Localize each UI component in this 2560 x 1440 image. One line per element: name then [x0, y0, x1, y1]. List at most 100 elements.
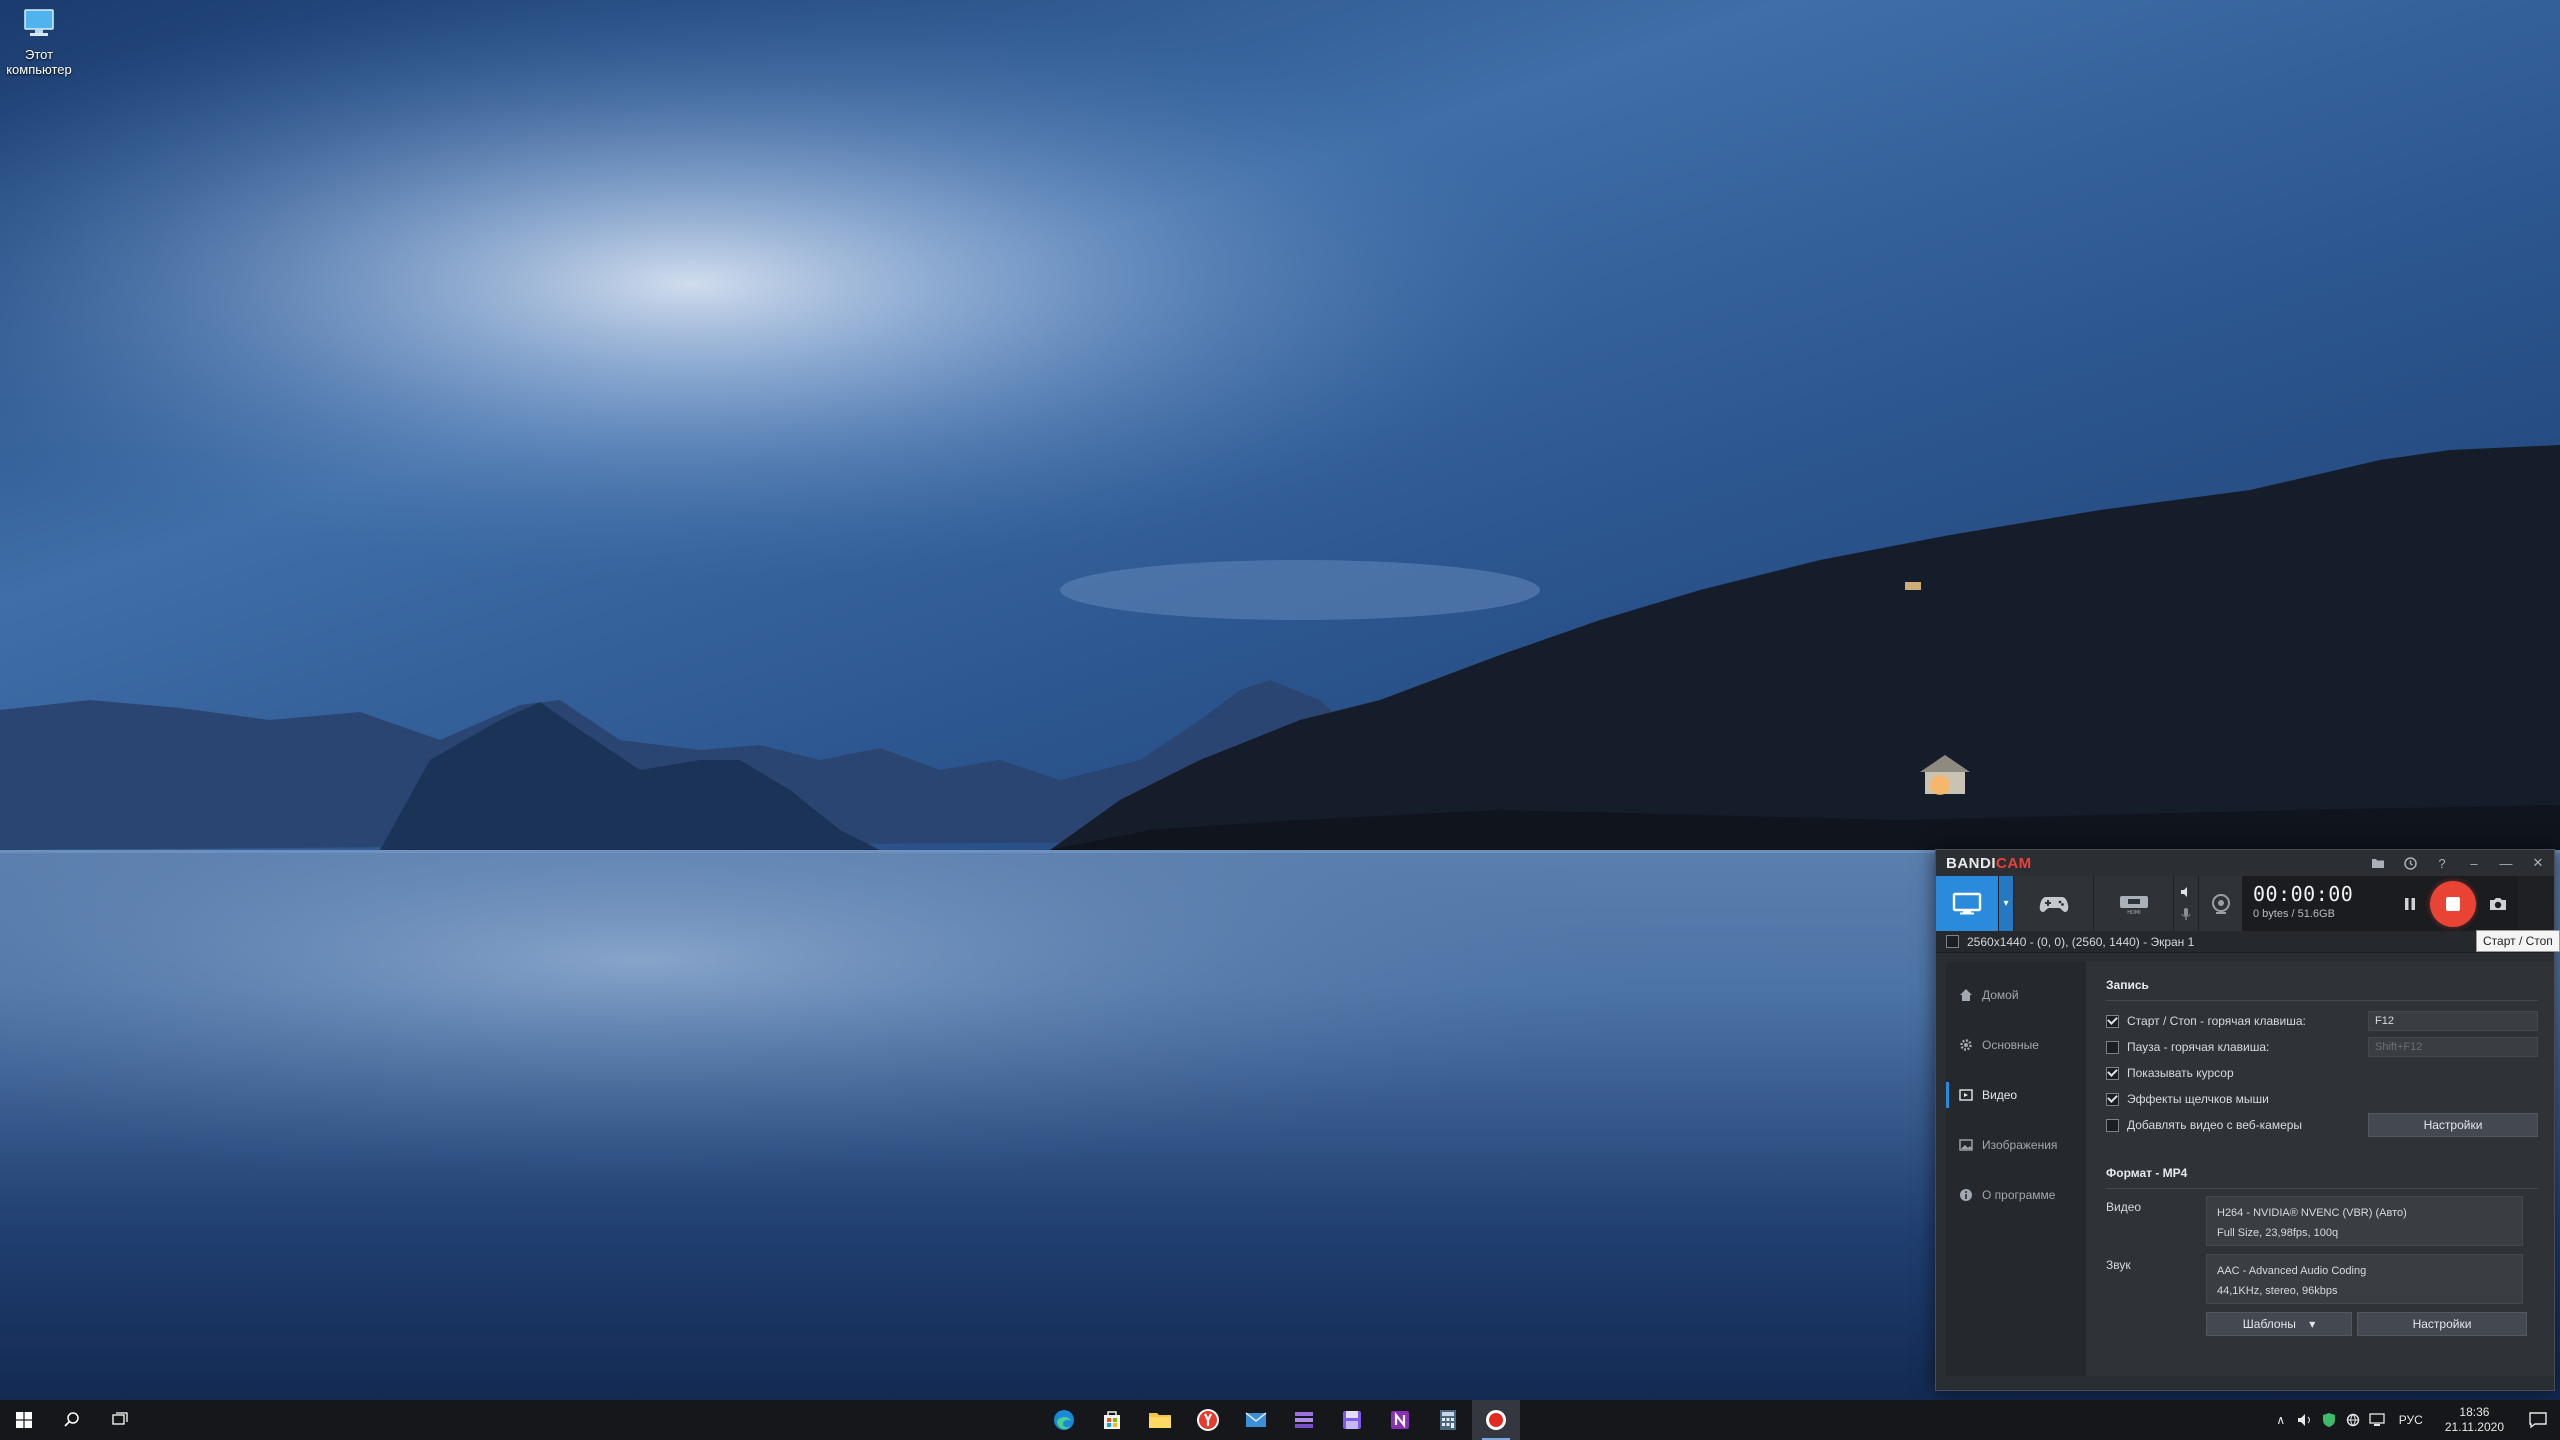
this-pc-label: Этот компьютер	[6, 47, 72, 77]
edge-icon	[1054, 1410, 1074, 1430]
taskbar: ∧ РУС 18:36 21.11.2020	[0, 1400, 2560, 1440]
minimize-to-bar-icon[interactable]: –	[2458, 850, 2490, 876]
pause-button[interactable]	[2392, 876, 2428, 931]
game-mode-button[interactable]	[2014, 876, 2094, 931]
mail-icon	[1245, 1412, 1267, 1427]
minimize-icon[interactable]: —	[2490, 850, 2522, 876]
settings-sidebar: Домой Основные Видео Изображения О прогр…	[1946, 962, 2086, 1376]
bandicam-logo: BANDICAM	[1946, 854, 2032, 872]
format-section-title: Формат - MP4	[2106, 1166, 2188, 1180]
clock-date: 21.11.2020	[2444, 1420, 2504, 1434]
save-app-taskbar-button[interactable]	[1328, 1400, 1376, 1440]
pause-hotkey-checkbox[interactable]	[2106, 1040, 2119, 1054]
recording-timer: 00:00:00	[2253, 882, 2354, 906]
store-taskbar-button[interactable]	[1088, 1400, 1136, 1440]
security-shield-icon[interactable]	[2317, 1412, 2341, 1428]
edge-taskbar-button[interactable]	[1040, 1400, 1088, 1440]
svg-text:HDMI: HDMI	[2127, 910, 2140, 915]
search-button[interactable]	[48, 1400, 96, 1440]
volume-icon[interactable]	[2293, 1413, 2317, 1427]
startstop-hotkey-field[interactable]: F12	[2368, 1011, 2538, 1031]
show-cursor-checkbox[interactable]	[2106, 1066, 2119, 1080]
record-circle-icon	[1486, 1410, 1506, 1430]
click-effects-row: Эффекты щелчков мыши	[2106, 1086, 2538, 1112]
floppy-icon	[1343, 1411, 1361, 1429]
input-language[interactable]: РУС	[2389, 1413, 2433, 1427]
home-icon	[1958, 987, 1974, 1003]
sidebar-item-video[interactable]: Видео	[1946, 1070, 2086, 1120]
video-format-label: Видео	[2106, 1200, 2142, 1214]
sidebar-item-about[interactable]: О программе	[1946, 1170, 2086, 1220]
record-section-title: Запись	[2106, 978, 2149, 992]
record-start-stop-button[interactable]	[2428, 876, 2478, 931]
webcam-icon	[2211, 893, 2230, 914]
pause-hotkey-field[interactable]: Shift+F12	[2368, 1037, 2538, 1057]
bandicam-taskbar-button[interactable]	[1472, 1400, 1520, 1440]
clock[interactable]: 18:36 21.11.2020	[2433, 1405, 2516, 1435]
startstop-hotkey-checkbox[interactable]	[2106, 1014, 2119, 1028]
onenote-taskbar-button[interactable]	[1376, 1400, 1424, 1440]
screen-mode-dropdown[interactable]: ▾	[1999, 876, 2014, 931]
task-view-button[interactable]	[96, 1400, 144, 1440]
pause-hotkey-row: Пауза - горячая клавиша: Shift+F12	[2106, 1034, 2538, 1060]
notification-center-button[interactable]	[2516, 1412, 2560, 1428]
info-icon	[1958, 1187, 1974, 1203]
this-pc-desktop-icon[interactable]: Этот компьютер	[4, 6, 74, 77]
webcam-overlay-row: Добавлять видео с веб-камеры Настройки	[2106, 1112, 2538, 1138]
calculator-taskbar-button[interactable]	[1424, 1400, 1472, 1440]
webcam-overlay-checkbox[interactable]	[2106, 1118, 2119, 1132]
clock-icon[interactable]	[2394, 850, 2426, 876]
title-bar[interactable]: BANDICAM ? – — ✕	[1936, 850, 2554, 876]
video-codec-box: H264 - NVIDIA® NVENC (VBR) (Авто) Full S…	[2206, 1196, 2523, 1246]
start-stop-tooltip: Старт / Стоп	[2476, 930, 2560, 952]
device-mode-button[interactable]: HDMI	[2094, 876, 2174, 931]
capture-region-bar[interactable]: 2560x1440 - (0, 0), (2560, 1440) - Экран…	[1936, 931, 2554, 953]
folder-icon[interactable]	[2362, 850, 2394, 876]
templates-dropdown-button[interactable]: Шаблоны ▾	[2206, 1312, 2352, 1336]
pause-icon	[2405, 897, 2415, 910]
network-icon[interactable]	[2341, 1413, 2365, 1427]
video-settings-panel: Запись Старт / Стоп - горячая клавиша: F…	[2086, 962, 2554, 1376]
stacked-bars-icon	[1295, 1412, 1313, 1428]
region-checkbox[interactable]	[1946, 935, 1959, 948]
sidebar-item-home[interactable]: Домой	[1946, 970, 2086, 1020]
recording-size: 0 bytes / 51.6GB	[2253, 908, 2335, 920]
onenote-icon	[1391, 1411, 1409, 1429]
sidebar-item-images[interactable]: Изображения	[1946, 1120, 2086, 1170]
chevron-down-icon: ▾	[2309, 1317, 2316, 1331]
record-icon	[2430, 880, 2476, 927]
audio-format-row: Звук AAC - Advanced Audio Coding 44,1KHz…	[2106, 1254, 2538, 1304]
speaker-icon[interactable]	[2180, 886, 2192, 898]
computer-icon	[24, 9, 54, 36]
gamepad-icon	[2039, 896, 2068, 912]
mail-taskbar-button[interactable]	[1232, 1400, 1280, 1440]
tray-overflow-chevron-icon[interactable]: ∧	[2269, 1413, 2293, 1427]
explorer-taskbar-button[interactable]	[1136, 1400, 1184, 1440]
app-taskbar-button[interactable]	[1280, 1400, 1328, 1440]
microphone-icon[interactable]	[2181, 907, 2191, 921]
yandex-browser-icon	[1197, 1409, 1219, 1431]
sidebar-item-general[interactable]: Основные	[1946, 1020, 2086, 1070]
help-icon[interactable]: ?	[2426, 850, 2458, 876]
folder-icon	[1149, 1413, 1171, 1428]
windows-logo-icon	[16, 1412, 32, 1428]
format-settings-button[interactable]: Настройки	[2357, 1312, 2527, 1336]
webcam-button[interactable]	[2198, 876, 2242, 931]
yandex-browser-taskbar-button[interactable]	[1184, 1400, 1232, 1440]
screenshot-button[interactable]	[2478, 876, 2518, 931]
calculator-icon	[1440, 1410, 1456, 1430]
screen-mode-button[interactable]	[1936, 876, 1999, 931]
start-button[interactable]	[0, 1400, 48, 1440]
notification-icon	[2529, 1412, 2547, 1428]
clock-time: 18:36	[2459, 1405, 2490, 1419]
camera-icon	[2490, 897, 2506, 910]
record-settings-button[interactable]: Настройки	[2368, 1113, 2538, 1137]
task-view-icon	[112, 1412, 128, 1425]
mode-toolbar: ▾ HDMI 00:00:00 0 bytes / 51.6GB	[1936, 876, 2554, 931]
display-icon[interactable]	[2365, 1413, 2389, 1427]
monitor-icon	[1952, 892, 1982, 914]
recording-status: 00:00:00 0 bytes / 51.6GB	[2242, 876, 2392, 931]
gear-icon	[1958, 1037, 1974, 1053]
close-icon[interactable]: ✕	[2522, 850, 2554, 876]
click-effects-checkbox[interactable]	[2106, 1092, 2119, 1106]
